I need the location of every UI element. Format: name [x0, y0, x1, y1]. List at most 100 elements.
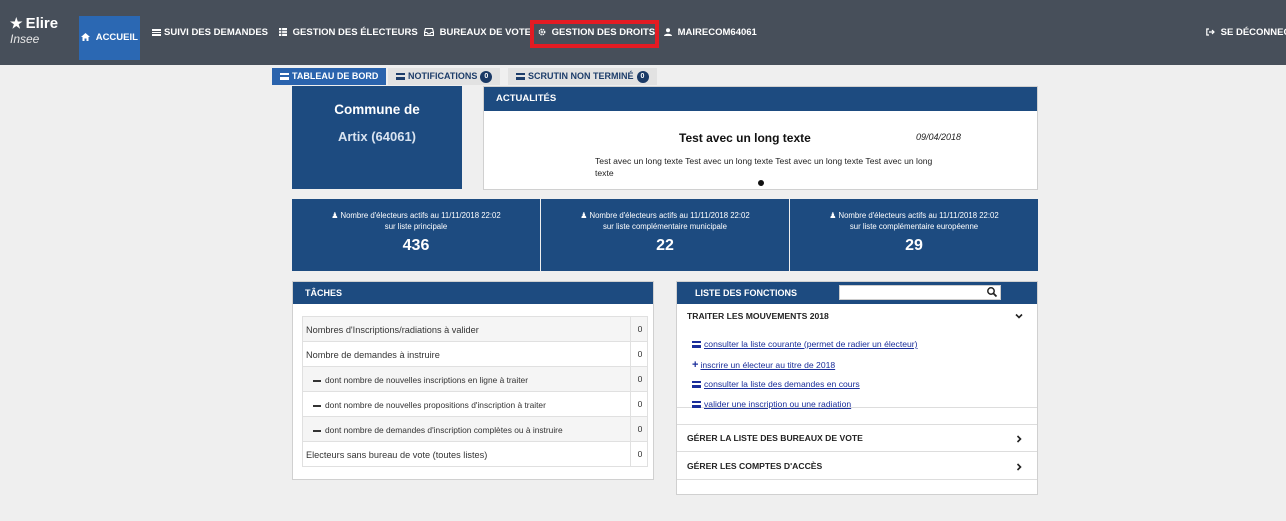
fonctions-panel: LISTE DES FONCTIONS TRAITER LES MOUVEMEN…: [676, 281, 1038, 495]
news-date: 09/04/2018: [916, 132, 962, 142]
task-count: 0: [630, 317, 649, 341]
function-link[interactable]: + inscrire un électeur au titre de 2018: [692, 359, 835, 371]
function-link[interactable]: consulter la liste des demandes en cours: [692, 379, 860, 389]
list-icon: [692, 401, 701, 409]
commune-label: Commune de: [334, 102, 420, 117]
minus-icon: [313, 379, 321, 382]
tab-scrutin-non-termine[interactable]: SCRUTIN NON TERMINÉ 0: [508, 68, 657, 85]
plus-icon: +: [692, 359, 699, 371]
nav-suivi-demandes[interactable]: SUIVI DES DEMANDES: [152, 16, 268, 50]
tab-label: NOTIFICATIONS: [408, 71, 478, 81]
task-row[interactable]: Nombres d'Inscriptions/radiations à vali…: [302, 316, 648, 342]
task-label: dont nombre de nouvelles inscriptions en…: [325, 375, 528, 385]
nav-accueil-label: ACCUEIL: [95, 32, 138, 43]
stat-card-municipale: ♟ Nombre d'électeurs actifs au 11/11/201…: [541, 199, 789, 271]
news-text: Test avec un long texte Test avec un lon…: [595, 156, 933, 178]
tab-notifications[interactable]: NOTIFICATIONS 0: [388, 68, 501, 85]
taches-header: TÂCHES: [293, 282, 653, 304]
stat-sublabel: sur liste complémentaire européenne: [849, 222, 979, 231]
task-count: 0: [630, 442, 649, 466]
task-count: 0: [630, 342, 649, 366]
task-label: dont nombre de demandes d'inscription co…: [325, 425, 563, 435]
brand-subtitle: Insee: [10, 32, 40, 46]
news-title: Test avec un long texte: [679, 131, 811, 145]
user-icon: ♟: [331, 211, 339, 220]
nav-logout[interactable]: SE DÉCONNECTER: [1206, 16, 1286, 50]
task-row[interactable]: Electeurs sans bureau de vote (toutes li…: [302, 441, 648, 467]
accordion-header[interactable]: GÉRER LES COMPTES D'ACCÈS: [677, 454, 1037, 479]
minus-icon: [313, 429, 321, 432]
stat-card-europeenne: ♟ Nombre d'électeurs actifs au 11/11/201…: [790, 199, 1038, 271]
task-row[interactable]: dont nombre de nouvelles propositions d'…: [302, 391, 648, 417]
stat-value: 436: [402, 237, 430, 254]
task-label: Nombres d'Inscriptions/radiations à vali…: [306, 325, 479, 335]
stat-value: 22: [656, 237, 674, 254]
section-title: GÉRER LA LISTE DES BUREAUX DE VOTE: [687, 433, 863, 443]
tab-tableau-de-bord[interactable]: TABLEAU DE BORD: [272, 68, 387, 85]
list-icon: [280, 73, 289, 81]
commune-name: Artix (64061): [337, 129, 417, 144]
task-row[interactable]: Nombre de demandes à instruire 0: [302, 341, 648, 367]
stat-value: 29: [905, 237, 923, 254]
nav-bureaux-vote[interactable]: BUREAUX DE VOTE: [423, 16, 531, 50]
stat-label: Nombre d'électeurs actifs au 11/11/2018 …: [589, 211, 750, 220]
list-icon: [396, 73, 405, 81]
nav-user[interactable]: MAIRECOM64061: [664, 16, 757, 50]
tab-label: TABLEAU DE BORD: [292, 71, 379, 81]
search-icon[interactable]: [986, 286, 998, 298]
task-row[interactable]: dont nombre de nouvelles inscriptions en…: [302, 366, 648, 392]
section-bureaux-vote: GÉRER LA LISTE DES BUREAUX DE VOTE: [677, 424, 1037, 452]
stat-label: Nombre d'électeurs actifs au 11/11/2018 …: [838, 211, 999, 220]
user-icon: [664, 27, 675, 38]
nav-suivi-label: SUIVI DES DEMANDES: [164, 27, 268, 38]
stat-card-principale: ♟ Nombre d'électeurs actifs au 11/11/201…: [292, 199, 540, 271]
actualites-panel: ACTUALITÉS Test avec un long texte 09/04…: [483, 86, 1038, 190]
nav-logout-label: SE DÉCONNECTER: [1220, 27, 1286, 38]
user-icon: ♟: [580, 211, 588, 220]
link-label: consulter la liste courante (permet de r…: [704, 339, 918, 349]
search-input[interactable]: [839, 285, 1001, 300]
section-traiter-mouvements: TRAITER LES MOUVEMENTS 2018 consulter la…: [677, 304, 1037, 409]
list-icon: [692, 341, 701, 349]
highlight-box: [530, 20, 659, 48]
inbox-icon: [423, 27, 437, 38]
commune-card: Commune de Artix (64061): [292, 86, 462, 189]
chevron-right-icon: [1016, 435, 1022, 443]
carousel-indicator[interactable]: [758, 180, 764, 186]
stat-sublabel: sur liste complémentaire municipale: [603, 222, 727, 231]
task-count: 0: [630, 392, 649, 416]
nav-gestion-electeurs-label: GESTION DES ÉLECTEURS: [292, 27, 418, 38]
notifications-badge: 0: [480, 70, 493, 83]
link-label: consulter la liste des demandes en cours: [704, 379, 860, 389]
list-icon: [692, 381, 701, 389]
home-icon: [81, 32, 93, 43]
function-link[interactable]: valider une inscription ou une radiation: [692, 399, 851, 409]
taches-panel: TÂCHES Nombres d'Inscriptions/radiations…: [292, 281, 654, 480]
task-row[interactable]: dont nombre de demandes d'inscription co…: [302, 416, 648, 442]
task-label: Electeurs sans bureau de vote (toutes li…: [306, 450, 488, 460]
fonctions-header: LISTE DES FONCTIONS: [677, 282, 1037, 304]
brand[interactable]: ★ Elire Insee: [10, 15, 58, 46]
section-title: TRAITER LES MOUVEMENTS 2018: [687, 311, 829, 321]
stat-sublabel: sur liste principale: [384, 222, 448, 231]
task-count: 0: [630, 367, 649, 391]
brand-title: Elire: [25, 15, 59, 32]
nav-user-label: MAIRECOM64061: [677, 27, 757, 38]
chevron-down-icon: [1015, 313, 1023, 319]
nav-gestion-electeurs[interactable]: GESTION DES ÉLECTEURS: [279, 16, 418, 50]
chevron-right-icon: [1016, 463, 1022, 471]
function-link[interactable]: consulter la liste courante (permet de r…: [692, 339, 918, 349]
accordion-header[interactable]: TRAITER LES MOUVEMENTS 2018: [677, 304, 1037, 329]
link-label: valider une inscription ou une radiation: [704, 399, 852, 409]
logout-icon: [1206, 27, 1218, 38]
user-icon: ♟: [829, 211, 837, 220]
list-icon: [152, 28, 161, 36]
actualites-header: ACTUALITÉS: [484, 87, 1037, 111]
stat-label: Nombre d'électeurs actifs au 11/11/2018 …: [340, 211, 501, 220]
minus-icon: [313, 404, 321, 407]
task-count: 0: [630, 417, 649, 441]
nav-accueil[interactable]: ACCUEIL: [79, 16, 140, 60]
section-comptes-acces: GÉRER LES COMPTES D'ACCÈS: [677, 454, 1037, 480]
table-icon: [279, 27, 290, 38]
accordion-header[interactable]: GÉRER LA LISTE DES BUREAUX DE VOTE: [677, 425, 1037, 452]
